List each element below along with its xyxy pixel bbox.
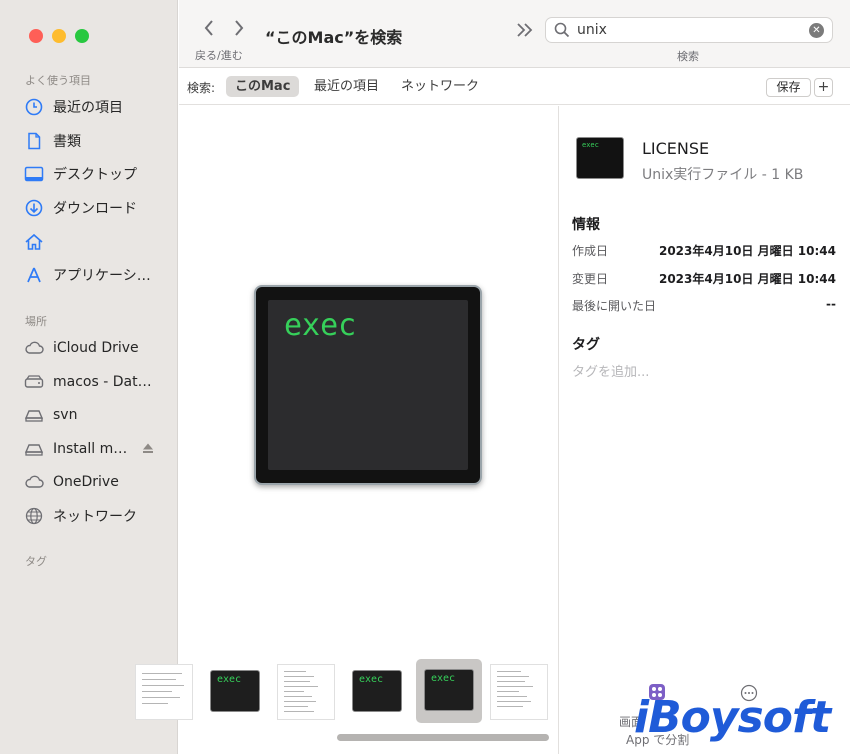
created-label: 作成日 xyxy=(572,244,609,258)
eject-icon[interactable] xyxy=(142,442,154,458)
cloud-icon xyxy=(24,472,44,492)
chevron-right-icon xyxy=(235,20,244,36)
sidebar-item-recents[interactable]: 最近の項目 xyxy=(24,94,170,120)
nav-label: 戻る/進む xyxy=(195,49,243,62)
sidebar: よく使う項目 最近の項目 書類 デスクトップ ダウンロード アプリケーシ… 場所… xyxy=(0,0,178,754)
sidebar-item-downloads[interactable]: ダウンロード xyxy=(24,195,170,221)
tags-section-header: タグ xyxy=(572,337,600,353)
iboysoft-watermark-logo: iBoysoft xyxy=(634,692,831,743)
clear-search-icon[interactable]: ✕ xyxy=(809,23,824,38)
scope-network[interactable]: ネットワーク xyxy=(392,76,488,97)
thumbnail-exec: exec xyxy=(420,663,478,719)
applications-icon xyxy=(24,265,44,285)
sidebar-item-label: ダウンロード xyxy=(53,201,137,217)
desktop-icon xyxy=(24,164,44,184)
sidebar-item-label: 最近の項目 xyxy=(53,100,123,116)
sidebar-item-desktop[interactable]: デスクトップ xyxy=(24,161,170,187)
sidebar-item-onedrive[interactable]: OneDrive xyxy=(24,469,170,495)
document-icon xyxy=(24,131,44,151)
sidebar-item-label: macos - Dat… xyxy=(53,374,152,390)
back-button[interactable] xyxy=(203,18,215,43)
search-field[interactable]: ✕ xyxy=(545,17,833,43)
terminal-screen: exec xyxy=(268,300,468,470)
modified-label: 変更日 xyxy=(572,272,609,286)
thumbnail-exec-label: exec xyxy=(217,674,242,685)
thumbnail-document[interactable] xyxy=(277,664,335,720)
thumbnail-exec[interactable]: exec xyxy=(206,664,264,720)
thumbnail-document[interactable] xyxy=(135,664,193,720)
home-icon xyxy=(24,232,44,252)
chevron-left-icon xyxy=(204,20,213,36)
close-button[interactable] xyxy=(29,29,43,43)
download-icon xyxy=(24,198,44,218)
file-thumbnail-icon: exec xyxy=(576,137,624,179)
sidebar-item-label: iCloud Drive xyxy=(53,340,139,356)
info-inspector: exec LICENSE Unix実行ファイル - 1 KB 情報 作成日 20… xyxy=(558,106,850,754)
sidebar-item-label: Install m… xyxy=(53,441,128,457)
search-scope-bar: 検索: このMac 最近の項目 ネットワーク 保存 + xyxy=(179,69,850,105)
sidebar-item-label: OneDrive xyxy=(53,474,119,490)
finder-window: よく使う項目 最近の項目 書類 デスクトップ ダウンロード アプリケーシ… 場所… xyxy=(0,0,850,754)
locations-header: 場所 xyxy=(25,315,47,328)
zoom-button[interactable] xyxy=(75,29,89,43)
horizontal-scrollbar[interactable] xyxy=(337,734,549,741)
thumbnail-exec-label: exec xyxy=(359,674,384,685)
sidebar-item-label: デスクトップ xyxy=(53,167,137,183)
thumbnail-exec-label: exec xyxy=(431,673,456,684)
scope-this-mac[interactable]: このMac xyxy=(226,76,300,97)
disk-icon xyxy=(24,372,44,392)
sidebar-item-label: 書類 xyxy=(53,134,81,150)
forward-button[interactable] xyxy=(233,18,245,43)
window-title: “このMac”を検索 xyxy=(265,28,403,47)
file-name: LICENSE xyxy=(642,139,710,158)
more-toolbar-button[interactable] xyxy=(516,19,534,43)
favorites-header: よく使う項目 xyxy=(25,74,91,87)
sidebar-item-install-media[interactable]: Install m… xyxy=(24,436,170,462)
modified-value: 2023年4月10日 月曜日 10:44 xyxy=(658,272,836,286)
scope-label: 検索: xyxy=(187,81,216,95)
last-opened-label: 最後に開いた日 xyxy=(572,299,657,313)
double-chevron-icon xyxy=(517,23,533,37)
sidebar-item-label: ネットワーク xyxy=(53,509,137,525)
thumbnail-document[interactable] xyxy=(490,664,548,720)
save-search-button[interactable]: 保存 xyxy=(766,78,811,97)
sidebar-item-label: アプリケーシ… xyxy=(53,268,151,284)
info-header: 情報 xyxy=(572,217,600,233)
thumbnail-exec[interactable]: exec xyxy=(348,664,406,720)
minimize-button[interactable] xyxy=(52,29,66,43)
sidebar-item-home[interactable] xyxy=(24,229,170,255)
add-tag-field[interactable]: タグを追加... xyxy=(572,361,649,380)
clock-icon xyxy=(24,97,44,117)
sidebar-item-label: svn xyxy=(53,407,78,423)
sidebar-item-icloud-drive[interactable]: iCloud Drive xyxy=(24,335,170,361)
tags-header: タグ xyxy=(25,555,47,568)
sidebar-item-network[interactable]: ネットワーク xyxy=(24,503,170,529)
thumbnail-selected[interactable]: exec xyxy=(416,659,482,723)
file-kind: Unix実行ファイル - 1 KB xyxy=(642,167,804,183)
search-icon xyxy=(554,22,570,42)
search-input[interactable] xyxy=(577,20,797,40)
exec-label: exec xyxy=(284,308,357,343)
sidebar-item-macos-disk[interactable]: macos - Dat… xyxy=(24,369,170,395)
exec-file-icon: exec xyxy=(254,285,482,485)
add-criteria-button[interactable]: + xyxy=(814,78,833,97)
last-opened-value: -- xyxy=(826,297,836,311)
network-icon xyxy=(24,506,44,526)
cloud-icon xyxy=(24,338,44,358)
window-controls xyxy=(29,29,89,43)
preview-pane: exec exec exec exec xyxy=(135,106,558,754)
sidebar-item-documents[interactable]: 書類 xyxy=(24,128,170,154)
file-thumbnail-label: exec xyxy=(582,141,599,149)
sidebar-item-applications[interactable]: アプリケーシ… xyxy=(24,262,170,288)
sidebar-item-svn[interactable]: svn xyxy=(24,402,170,428)
drive-icon xyxy=(24,439,44,459)
scope-recents[interactable]: 最近の項目 xyxy=(305,76,388,97)
drive-icon xyxy=(24,405,44,425)
created-value: 2023年4月10日 月曜日 10:44 xyxy=(658,244,836,258)
search-caption: 検索 xyxy=(677,50,699,63)
toolbar: 戻る/進む “このMac”を検索 ✕ 検索 xyxy=(179,0,850,68)
